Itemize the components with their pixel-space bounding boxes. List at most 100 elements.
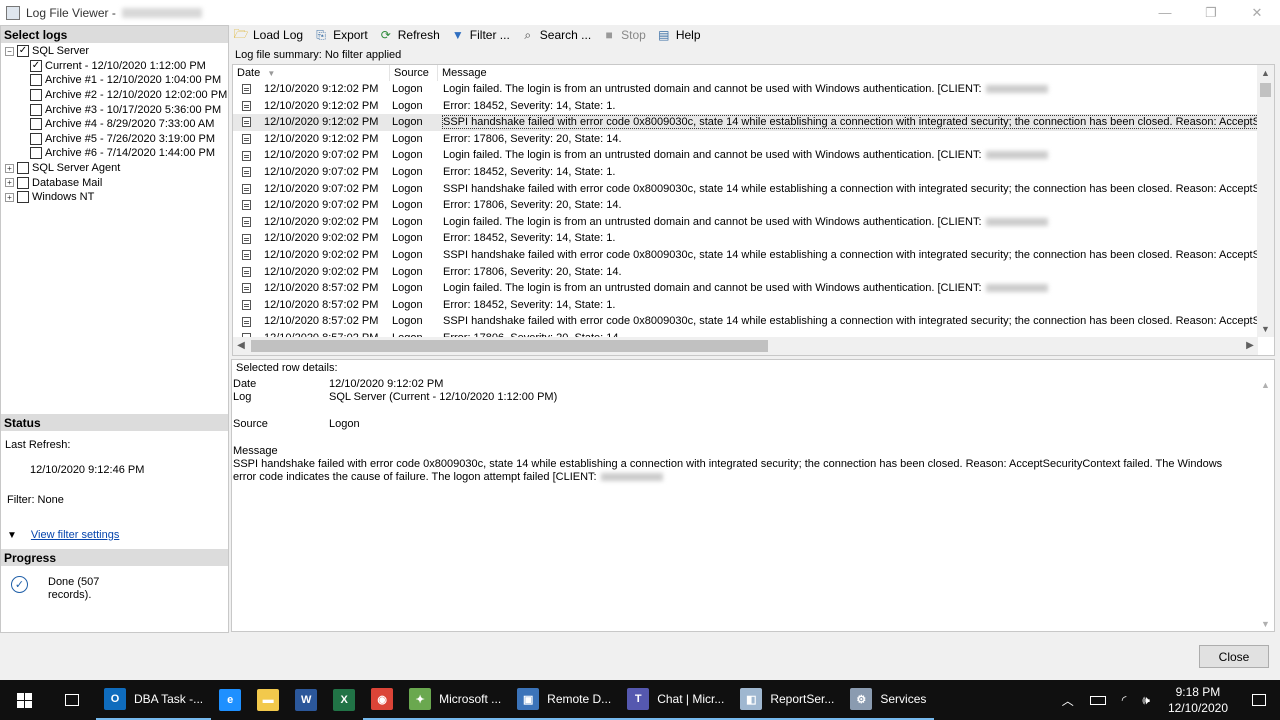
log-checkbox[interactable] [30, 147, 42, 160]
log-tree-item[interactable]: Archive #5 - 7/26/2020 3:19:00 PM [1, 132, 228, 147]
help-button[interactable]: ▤ Help [656, 28, 700, 42]
log-checkbox[interactable] [30, 89, 42, 102]
table-row[interactable]: 12/10/2020 9:02:02 PM Logon Error: 17806, … [233, 264, 1258, 281]
date-column-header[interactable]: Date ▼ [233, 65, 390, 81]
log-grid[interactable]: Date ▼ Source Message 12/10/2020 9:12:02… [232, 64, 1275, 356]
table-row[interactable]: 12/10/2020 9:12:02 PM Logon Error: 18452, … [233, 98, 1258, 115]
row-message: SSPI handshake failed with error code 0x… [438, 114, 1258, 131]
search-button[interactable]: ⌕ Search ... [520, 28, 591, 43]
row-message: Error: 18452, Severity: 14, State: 1. [438, 98, 1258, 115]
table-row[interactable]: 12/10/2020 9:12:02 PM Logon Error: 17806, … [233, 131, 1258, 148]
log-checkbox[interactable] [17, 191, 29, 204]
taskbar-excel[interactable]: X [325, 680, 363, 720]
filter-button[interactable]: ▼ Filter ... [450, 28, 510, 42]
taskbar-teams[interactable]: T Chat | Micr... [619, 680, 733, 720]
scroll-down-icon[interactable]: ▼ [1257, 321, 1274, 337]
log-tree-item[interactable]: − ✓ SQL Server [1, 44, 228, 59]
battery-icon[interactable] [1082, 680, 1114, 720]
view-filter-settings-link[interactable]: View filter settings [31, 529, 119, 541]
network-icon[interactable]: ◜ [1114, 680, 1135, 720]
details-scroll-up-icon[interactable]: ▲ [1257, 380, 1274, 390]
scroll-right-icon[interactable]: ▶ [1242, 337, 1258, 355]
log-checkbox[interactable] [30, 74, 42, 87]
table-row[interactable]: 12/10/2020 8:57:02 PM Logon SSPI handshake… [233, 313, 1258, 330]
scroll-up-icon[interactable]: ▲ [1257, 65, 1274, 81]
scroll-left-icon[interactable]: ◀ [233, 337, 249, 355]
table-row[interactable]: 12/10/2020 9:07:02 PM Logon Error: 17806, … [233, 197, 1258, 214]
log-checkbox[interactable] [17, 162, 29, 175]
close-window-button[interactable]: ✕ [1234, 0, 1280, 25]
volume-icon[interactable]: 🕪 [1134, 680, 1158, 720]
stop-button[interactable]: ■ Stop [601, 28, 646, 42]
table-row[interactable]: 12/10/2020 9:12:02 PM Logon SSPI handshake… [233, 114, 1258, 131]
row-source: Logon [392, 132, 423, 145]
taskbar-word[interactable]: W [287, 680, 325, 720]
details-scrollbar[interactable]: ▲ ▼ [1257, 360, 1274, 631]
log-checkbox[interactable] [30, 132, 42, 145]
log-tree-item[interactable]: ✓ Current - 12/10/2020 1:12:00 PM [1, 59, 228, 74]
log-tree-item[interactable]: Archive #3 - 10/17/2020 5:36:00 PM [1, 102, 228, 117]
maximize-button[interactable]: ❐ [1188, 0, 1234, 25]
taskbar-explorer[interactable]: ▬ [249, 680, 287, 720]
row-date: 12/10/2020 9:12:02 PM [264, 99, 379, 112]
table-row[interactable]: 12/10/2020 9:02:02 PM Logon Error: 18452, … [233, 230, 1258, 247]
close-button[interactable]: Close [1199, 645, 1269, 668]
collapse-icon[interactable]: − [5, 46, 14, 56]
log-checkbox[interactable]: ✓ [17, 45, 29, 58]
table-row[interactable]: 12/10/2020 8:57:02 PM Logon Login failed. … [233, 280, 1258, 297]
table-row[interactable]: 12/10/2020 9:02:02 PM Logon Login failed. … [233, 214, 1258, 231]
row-message-text: Error: 17806, Severity: 20, State: 14. [443, 265, 622, 278]
table-row[interactable]: 12/10/2020 8:57:02 PM Logon Error: 18452, … [233, 297, 1258, 314]
grid-hscroll-thumb[interactable] [251, 340, 768, 352]
row-source: Logon [392, 248, 423, 261]
show-hidden-icons-button[interactable]: ︿ [1054, 680, 1082, 720]
log-checkbox[interactable] [30, 118, 42, 131]
task-view-button[interactable] [48, 680, 96, 720]
table-row[interactable]: 12/10/2020 9:07:02 PM Logon SSPI handshake… [233, 181, 1258, 198]
load-log-button[interactable]: 🗁 Load Log [233, 27, 304, 43]
taskbar-edge[interactable]: e [211, 680, 249, 720]
grid-vscroll-thumb[interactable] [1260, 83, 1271, 97]
taskbar-project[interactable]: ✦ Microsoft ... [401, 680, 510, 720]
table-row[interactable]: 12/10/2020 9:07:02 PM Logon Error: 18452, … [233, 164, 1258, 181]
taskbar-chrome[interactable]: ◉ [363, 680, 402, 720]
log-checkbox[interactable] [30, 103, 42, 116]
action-center-button[interactable] [1238, 680, 1280, 720]
table-row[interactable]: 12/10/2020 9:07:02 PM Logon Login failed. … [233, 147, 1258, 164]
expand-icon[interactable]: + [5, 163, 14, 173]
status-section: Status Last Refresh: 12/10/2020 9:12:46 … [1, 414, 228, 602]
grid-vertical-scrollbar[interactable]: ▲ ▼ [1257, 65, 1274, 337]
log-checkbox[interactable]: ✓ [30, 59, 42, 72]
refresh-button[interactable]: ⟳ Refresh [378, 28, 440, 42]
log-tree-item[interactable]: Archive #6 - 7/14/2020 1:44:00 PM [1, 146, 228, 161]
row-source: Logon [392, 199, 423, 212]
message-column-header[interactable]: Message [438, 65, 1258, 81]
details-scroll-down-icon[interactable]: ▼ [1257, 619, 1274, 629]
log-tree-item[interactable]: Archive #2 - 12/10/2020 12:02:00 PM [1, 88, 228, 103]
source-column-header[interactable]: Source [390, 65, 438, 81]
log-checkbox[interactable] [17, 176, 29, 189]
taskbar-report-server[interactable]: ◧ ReportSer... [732, 680, 843, 720]
row-message: SSPI handshake failed with error code 0x… [438, 247, 1258, 264]
table-row[interactable]: 12/10/2020 9:02:02 PM Logon SSPI handshake… [233, 247, 1258, 264]
log-tree-item[interactable]: + Windows NT [1, 190, 228, 205]
row-message-text: Login failed. The login is from an untru… [443, 282, 982, 295]
log-tree-item[interactable]: + Database Mail [1, 175, 228, 190]
minimize-button[interactable]: — [1142, 0, 1188, 25]
export-button[interactable]: ⎘ Export [313, 28, 368, 43]
row-message-text: Error: 17806, Severity: 20, State: 14. [443, 132, 622, 145]
clock[interactable]: 9:18 PM 12/10/2020 [1158, 684, 1238, 716]
log-tree-item[interactable]: Archive #1 - 12/10/2020 1:04:00 PM [1, 73, 228, 88]
log-tree-item[interactable]: + SQL Server Agent [1, 161, 228, 176]
redacted-server-name [121, 7, 202, 18]
expand-icon[interactable]: + [5, 178, 14, 188]
log-tree-item[interactable]: Archive #4 - 8/29/2020 7:33:00 AM [1, 117, 228, 132]
table-row[interactable]: 12/10/2020 8:57:02 PMLogonError: 17806, … [233, 330, 1258, 337]
grid-horizontal-scrollbar[interactable]: ◀ ▶ [233, 337, 1258, 355]
start-button[interactable] [0, 680, 48, 720]
expand-icon[interactable]: + [5, 192, 14, 202]
taskbar-outlook[interactable]: O DBA Task -... [96, 680, 212, 720]
table-row[interactable]: 12/10/2020 9:12:02 PM Logon Login failed. … [233, 81, 1258, 98]
taskbar-services[interactable]: ⚙ Services [842, 680, 935, 720]
taskbar-remote-desktop[interactable]: ▣ Remote D... [509, 680, 620, 720]
